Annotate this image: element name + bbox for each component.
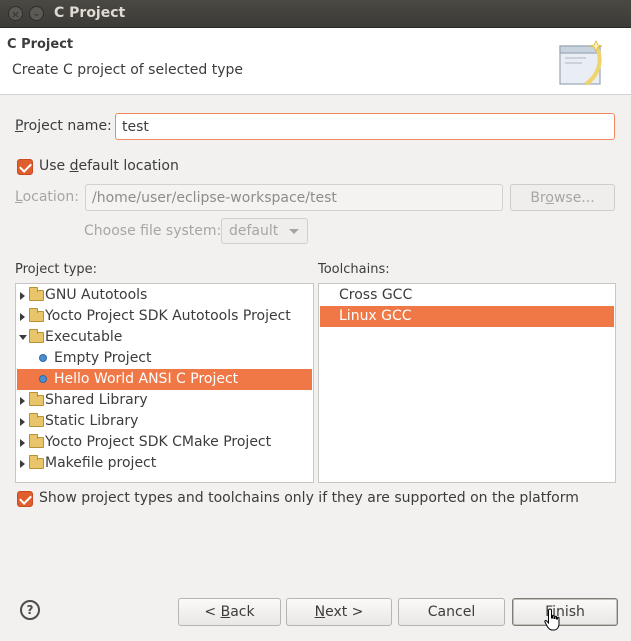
toolchain-item-linux-gcc[interactable]: Linux GCC bbox=[320, 306, 614, 327]
tree-item-yocto-cmake[interactable]: Yocto Project SDK CMake Project bbox=[17, 432, 312, 453]
folder-icon bbox=[29, 455, 44, 469]
tree-item-label: Executable bbox=[45, 329, 123, 345]
expand-arrow-icon[interactable] bbox=[20, 292, 25, 300]
wizard-title: C Project bbox=[7, 37, 74, 52]
toolchain-item-cross-gcc[interactable]: Cross GCC bbox=[320, 285, 614, 306]
folder-icon bbox=[29, 434, 44, 448]
toolchain-item-label: Cross GCC bbox=[339, 287, 413, 303]
tree-item-label: Makefile project bbox=[45, 455, 157, 471]
expand-arrow-icon[interactable] bbox=[20, 313, 25, 321]
tree-item-label: Empty Project bbox=[54, 350, 152, 366]
tree-item-hello-world-ansi-c[interactable]: Hello World ANSI C Project bbox=[17, 369, 312, 390]
browse-button[interactable]: Browse... bbox=[510, 184, 615, 211]
tree-item-label: Static Library bbox=[45, 413, 139, 429]
project-name-label: Project name: bbox=[15, 118, 112, 134]
show-supported-only-label: Show project types and toolchains only i… bbox=[39, 490, 579, 506]
folder-icon bbox=[29, 392, 44, 406]
show-supported-only-checkbox[interactable] bbox=[17, 491, 33, 507]
toolchain-item-label: Linux GCC bbox=[339, 308, 412, 324]
expand-arrow-icon[interactable] bbox=[20, 439, 25, 447]
collapse-arrow-icon[interactable] bbox=[19, 335, 27, 340]
folder-icon bbox=[29, 308, 44, 322]
tree-item-empty-project[interactable]: Empty Project bbox=[17, 348, 312, 369]
file-system-combo[interactable]: default bbox=[221, 218, 308, 244]
file-system-value: default bbox=[229, 223, 279, 239]
folder-open-icon bbox=[29, 329, 44, 343]
project-type-label: Project type: bbox=[15, 262, 98, 277]
project-template-icon bbox=[39, 354, 47, 362]
wizard-header: C Project Create C project of selected t… bbox=[0, 28, 631, 95]
folder-icon bbox=[29, 287, 44, 301]
location-input[interactable] bbox=[85, 184, 503, 211]
wizard-description: Create C project of selected type bbox=[12, 62, 243, 78]
tree-item-gnu-autotools[interactable]: GNU Autotools bbox=[17, 285, 312, 306]
finish-button[interactable]: Finish bbox=[512, 598, 618, 626]
tree-item-static-library[interactable]: Static Library bbox=[17, 411, 312, 432]
tree-item-makefile-project[interactable]: Makefile project bbox=[17, 453, 312, 474]
minimize-window-button[interactable]: – bbox=[29, 6, 44, 21]
window-title: C Project bbox=[54, 5, 126, 21]
toolchains-list[interactable]: Cross GCC Linux GCC bbox=[318, 283, 616, 483]
project-name-input[interactable] bbox=[115, 113, 615, 140]
use-default-location-checkbox[interactable] bbox=[17, 159, 33, 175]
folder-icon bbox=[29, 413, 44, 427]
cancel-button[interactable]: Cancel bbox=[398, 598, 505, 626]
next-button[interactable]: Next > bbox=[286, 598, 392, 626]
expand-arrow-icon[interactable] bbox=[20, 460, 25, 468]
tree-item-label: Yocto Project SDK Autotools Project bbox=[45, 308, 291, 324]
location-label: Location: bbox=[15, 189, 79, 205]
tree-item-executable[interactable]: Executable bbox=[17, 327, 312, 348]
toolchains-label: Toolchains: bbox=[318, 262, 390, 277]
tree-item-label: Hello World ANSI C Project bbox=[54, 371, 239, 387]
hand-pointer-cursor-icon bbox=[544, 608, 560, 631]
file-system-label: Choose file system: bbox=[84, 223, 222, 239]
use-default-location-label: Use default location bbox=[39, 158, 179, 174]
title-bar: × – C Project bbox=[0, 0, 631, 28]
help-icon[interactable]: ? bbox=[20, 600, 40, 620]
back-button[interactable]: < Back bbox=[178, 598, 281, 626]
new-project-wizard-icon bbox=[559, 40, 603, 86]
tree-item-shared-library[interactable]: Shared Library bbox=[17, 390, 312, 411]
close-window-button[interactable]: × bbox=[8, 6, 23, 21]
tree-item-label: Shared Library bbox=[45, 392, 148, 408]
expand-arrow-icon[interactable] bbox=[20, 397, 25, 405]
tree-item-label: GNU Autotools bbox=[45, 287, 148, 303]
tree-item-label: Yocto Project SDK CMake Project bbox=[45, 434, 272, 450]
chevron-down-icon bbox=[289, 229, 299, 234]
tree-item-yocto-autotools[interactable]: Yocto Project SDK Autotools Project bbox=[17, 306, 312, 327]
project-type-tree[interactable]: GNU Autotools Yocto Project SDK Autotool… bbox=[15, 283, 314, 483]
expand-arrow-icon[interactable] bbox=[20, 418, 25, 426]
project-template-icon bbox=[39, 375, 47, 383]
